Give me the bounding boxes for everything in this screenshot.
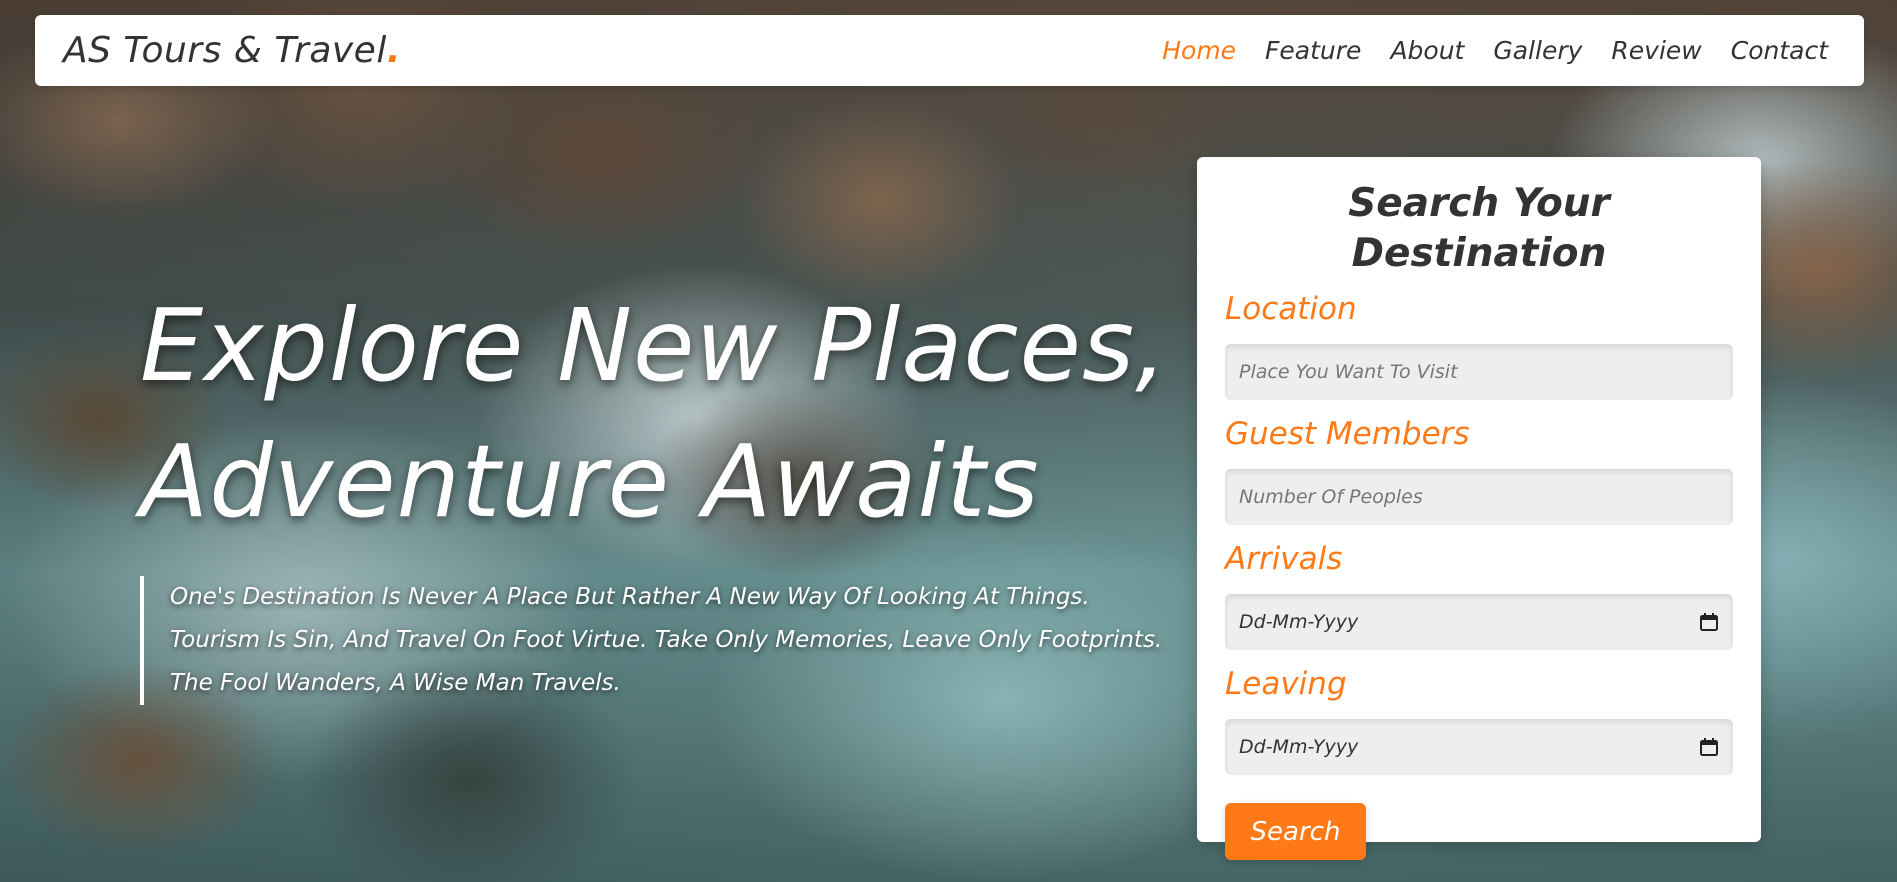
leaving-date-input[interactable]: Dd-Mm-Yyyy: [1225, 719, 1733, 775]
nav-link-contact[interactable]: Contact: [1731, 36, 1828, 65]
nav-link-review[interactable]: Review: [1611, 36, 1701, 65]
search-form-title: Search Your Destination: [1348, 181, 1610, 276]
guest-members-field: [1225, 469, 1733, 525]
leaving-date-text: Dd-Mm-Yyyy: [1239, 736, 1359, 758]
search-button[interactable]: Search: [1225, 803, 1366, 860]
main-nav: Home Feature About Gallery Review Contac…: [1162, 36, 1828, 65]
nav-link-home[interactable]: Home: [1162, 36, 1236, 65]
hero-content: Explore New Places, Adventure Awaits One…: [140, 278, 1180, 705]
nav-link-feature[interactable]: Feature: [1265, 36, 1361, 65]
leaving-label: Leaving: [1225, 666, 1347, 702]
location-label: Location: [1225, 291, 1357, 327]
guest-members-input[interactable]: [1239, 486, 1719, 508]
hero-quote: One's Destination Is Never A Place But R…: [140, 576, 1180, 705]
arrivals-date-input[interactable]: Dd-Mm-Yyyy: [1225, 594, 1733, 650]
logo-text: AS Tours & Travel: [63, 30, 387, 71]
arrivals-date-text: Dd-Mm-Yyyy: [1239, 611, 1359, 633]
hero-title-line-2: Adventure Awaits: [140, 423, 1040, 540]
arrivals-label: Arrivals: [1225, 541, 1343, 577]
search-form: Search Your Destination Location Guest M…: [1197, 157, 1761, 860]
calendar-icon[interactable]: [1699, 737, 1719, 757]
hero-title: Explore New Places, Adventure Awaits: [140, 278, 1180, 550]
site-logo[interactable]: AS Tours & Travel.: [63, 30, 401, 71]
calendar-icon[interactable]: [1699, 612, 1719, 632]
hero-quote-text: One's Destination Is Never A Place But R…: [170, 584, 1163, 696]
location-input[interactable]: [1239, 361, 1719, 383]
hero-title-line-1: Explore New Places,: [140, 287, 1168, 404]
location-field: [1225, 344, 1733, 400]
site-header: AS Tours & Travel. Home Feature About Ga…: [35, 15, 1864, 86]
nav-link-gallery[interactable]: Gallery: [1493, 36, 1582, 65]
guest-members-label: Guest Members: [1225, 416, 1470, 452]
nav-link-about[interactable]: About: [1390, 36, 1464, 65]
logo-dot: .: [386, 30, 402, 71]
